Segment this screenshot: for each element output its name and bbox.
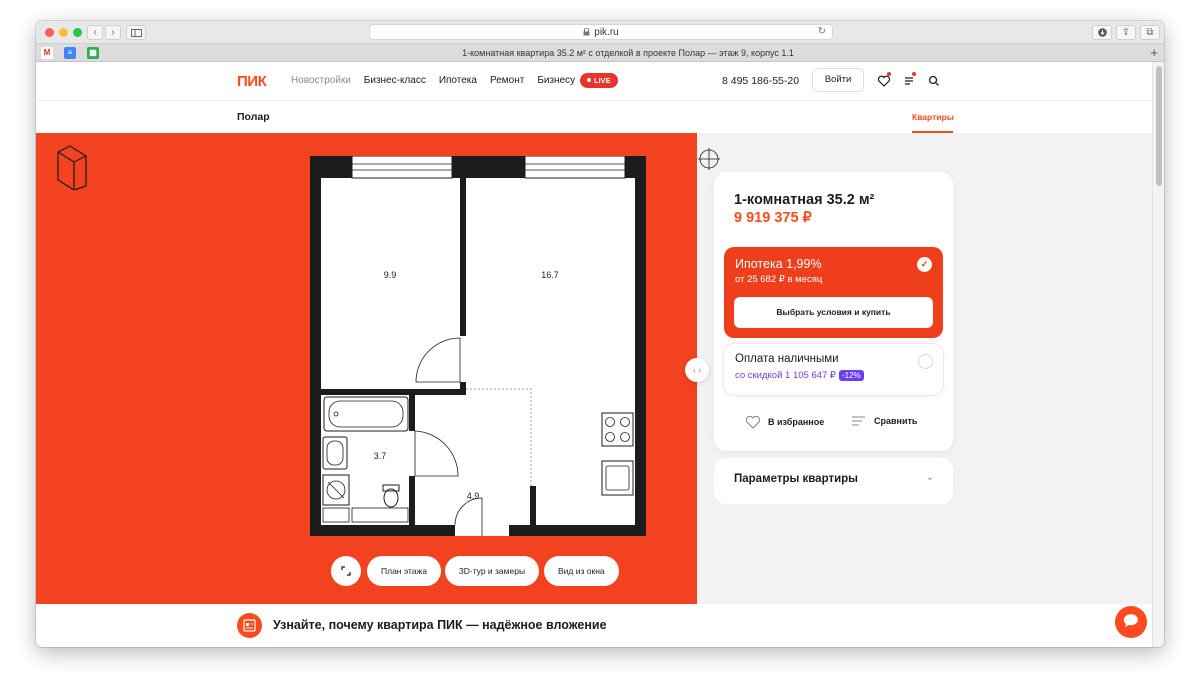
- room-area-2: 16.7: [541, 270, 559, 280]
- share-icon: ⇪: [1121, 27, 1131, 38]
- share-button[interactable]: ⇪: [1116, 25, 1136, 40]
- zoom-window-button[interactable]: [73, 28, 82, 37]
- params-title: Параметры квартиры: [734, 473, 858, 485]
- minimize-window-button[interactable]: [59, 28, 68, 37]
- project-name[interactable]: Полар: [237, 111, 270, 123]
- lock-icon: [583, 28, 590, 36]
- active-tab[interactable]: 1-комнатная квартира 35.2 м² с отделкой …: [116, 44, 1140, 62]
- reload-icon[interactable]: ↻: [818, 26, 826, 37]
- nav-item-biznesu[interactable]: Бизнесу: [537, 75, 575, 86]
- add-to-favorites-button[interactable]: В избранное: [745, 415, 824, 429]
- document-icon: [237, 613, 262, 638]
- address-bar[interactable]: pik.ru ↻: [369, 24, 833, 40]
- chevron-right-icon: ›: [111, 27, 115, 38]
- check-icon[interactable]: ✓: [917, 257, 932, 272]
- compass-icon: [698, 148, 720, 170]
- browser-window: ‹ › pik.ru ↻ ⇪ ⧉ M ≡ ▦ 1-комнатная кварт…: [36, 21, 1164, 647]
- nav-item-business-class[interactable]: Бизнес-класс: [364, 75, 426, 86]
- discount-badge: -12%: [838, 370, 864, 381]
- sidebar-icon: [130, 29, 142, 37]
- tab-kvartiry[interactable]: Квартиры: [912, 112, 954, 122]
- site-header: ПИК Новостройки Бизнес-класс Ипотека Рем…: [36, 62, 1152, 101]
- docs-icon[interactable]: ≡: [64, 47, 76, 59]
- floorplan-panel: 9.9 16.7 3.7 4.9 План этажа 3D-тур и зам…: [36, 133, 697, 604]
- room-area-1: 9.9: [384, 270, 397, 280]
- chat-icon: [1123, 614, 1138, 627]
- phone-number[interactable]: 8 495 186-55-20: [722, 75, 799, 87]
- promo-link[interactable]: Узнайте, почему квартира ПИК — надёжное …: [273, 618, 607, 632]
- tour-3d-button[interactable]: 3D-тур и замеры: [445, 556, 540, 586]
- close-window-button[interactable]: [45, 28, 54, 37]
- forward-button[interactable]: ›: [105, 25, 121, 40]
- tabs-icon: ⧉: [1146, 27, 1154, 38]
- menu-icon[interactable]: [903, 74, 917, 88]
- compare-icon: [852, 416, 865, 426]
- back-button[interactable]: ‹: [87, 25, 103, 40]
- expand-icon: [341, 566, 351, 576]
- apartment-params-accordion[interactable]: Параметры квартиры ⌄: [714, 458, 953, 504]
- tabs-overview-button[interactable]: ⧉: [1140, 25, 1160, 40]
- cash-radio[interactable]: [918, 354, 933, 369]
- cash-discount-line: со скидкой 1 105 647 ₽ -12%: [735, 370, 864, 381]
- choose-and-buy-button[interactable]: Выбрать условия и купить: [734, 297, 933, 328]
- nav-item-ipoteka[interactable]: Ипотека: [439, 75, 477, 86]
- cash-title: Оплата наличными: [735, 353, 839, 365]
- favorites-indicator: [887, 72, 891, 76]
- download-icon: [1097, 28, 1107, 37]
- tab-bar: M ≡ ▦ 1-комнатная квартира 35.2 м² с отд…: [36, 44, 1164, 62]
- scrollbar-thumb[interactable]: [1156, 66, 1162, 186]
- main-nav: Новостройки Бизнес-класс Ипотека Ремонт …: [291, 75, 575, 86]
- swap-view-button[interactable]: ‹ ›: [685, 358, 709, 382]
- search-icon[interactable]: [927, 74, 941, 88]
- chevrons-horizontal-icon: ‹ ›: [692, 365, 702, 375]
- url-text: pik.ru: [594, 26, 619, 38]
- heart-icon: [745, 415, 761, 429]
- pik-logo[interactable]: ПИК: [237, 73, 267, 90]
- cash-discount-text: со скидкой 1 105 647 ₽: [735, 370, 836, 381]
- gmail-icon[interactable]: M: [41, 47, 53, 59]
- room-area-4: 4.9: [467, 491, 480, 501]
- favorites-label: В избранное: [768, 417, 825, 427]
- mortgage-monthly: от 25 682 ₽ в месяц: [735, 274, 823, 285]
- heart-icon[interactable]: [877, 74, 891, 88]
- nav-item-novostroyki[interactable]: Новостройки: [291, 75, 351, 86]
- mortgage-title: Ипотека 1,99%: [735, 257, 822, 271]
- chevron-left-icon: ‹: [93, 27, 97, 38]
- apartment-card: 1-комнатная 35.2 м² 9 919 375 ₽ Ипотека …: [714, 172, 953, 451]
- window-view-button[interactable]: Вид из окна: [544, 556, 619, 586]
- floorplan-drawing: 9.9 16.7 3.7 4.9: [310, 156, 646, 536]
- nav-item-remont[interactable]: Ремонт: [490, 75, 524, 86]
- downloads-button[interactable]: [1092, 25, 1112, 40]
- fullscreen-button[interactable]: [331, 556, 361, 586]
- compare-button[interactable]: Сравнить: [851, 415, 917, 427]
- chevron-down-icon: ⌄: [925, 472, 934, 483]
- compare-label: Сравнить: [874, 416, 918, 426]
- floor-plan-button[interactable]: План этажа: [367, 556, 441, 586]
- login-button[interactable]: Войти: [812, 68, 864, 92]
- sidebar-button[interactable]: [126, 25, 146, 40]
- chat-button[interactable]: [1115, 606, 1147, 638]
- cash-payment-option[interactable]: Оплата наличными со скидкой 1 105 647 ₽ -…: [724, 344, 943, 395]
- menu-indicator: [912, 72, 916, 76]
- project-subheader: Полар Квартиры: [36, 102, 1152, 133]
- browser-toolbar: ‹ › pik.ru ↻ ⇪ ⧉: [36, 21, 1164, 44]
- apartment-title: 1-комнатная 35.2 м²: [734, 192, 875, 208]
- building-3d-icon[interactable]: [56, 144, 90, 190]
- page-content: ПИК Новостройки Бизнес-класс Ипотека Рем…: [36, 62, 1152, 647]
- new-tab-button[interactable]: +: [1150, 44, 1158, 62]
- room-area-3: 3.7: [374, 451, 387, 461]
- page-scrollbar[interactable]: [1152, 62, 1164, 647]
- calendar-icon[interactable]: ▦: [87, 47, 99, 59]
- apartment-price: 9 919 375 ₽: [734, 210, 812, 226]
- mortgage-option[interactable]: Ипотека 1,99% от 25 682 ₽ в месяц ✓ Выбр…: [724, 247, 943, 338]
- live-badge[interactable]: LIVE: [580, 73, 618, 88]
